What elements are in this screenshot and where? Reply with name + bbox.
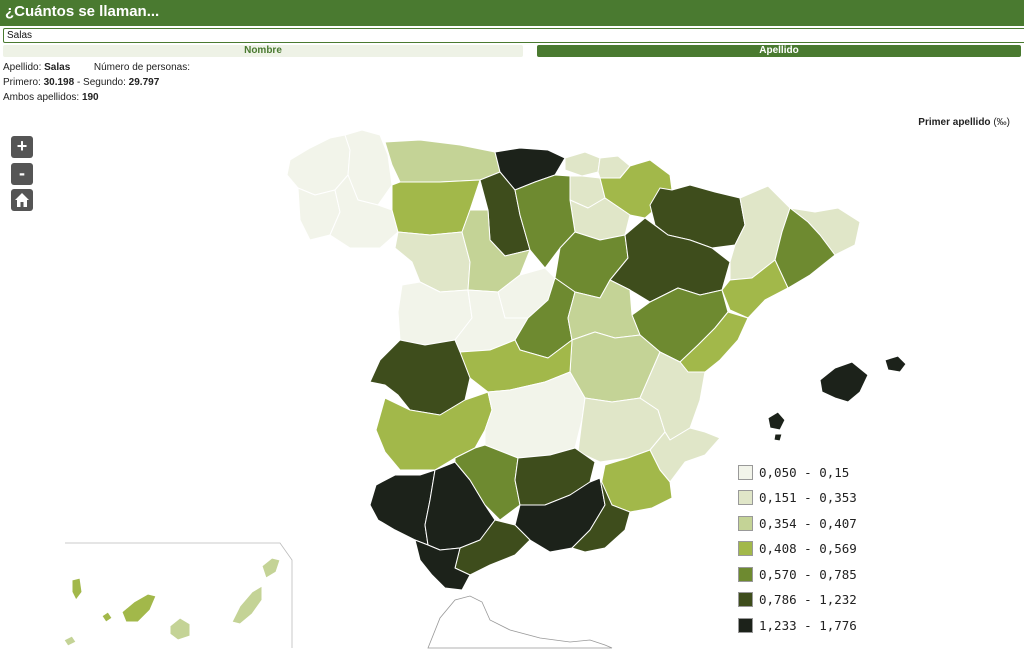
legend-swatch bbox=[738, 516, 753, 531]
region-bizkaia[interactable] bbox=[564, 151, 601, 177]
region-la-palma[interactable] bbox=[71, 577, 83, 601]
legend-label: 0,151 - 0,353 bbox=[759, 490, 857, 505]
region-gran-canaria[interactable] bbox=[169, 617, 191, 641]
zoom-in-button[interactable]: + bbox=[11, 136, 33, 158]
region-lanzarote[interactable] bbox=[261, 557, 281, 579]
zoom-out-button[interactable]: - bbox=[11, 163, 33, 185]
legend-label: 0,408 - 0,569 bbox=[759, 541, 857, 556]
legend-swatch bbox=[738, 490, 753, 505]
legend-label: 0,570 - 0,785 bbox=[759, 567, 857, 582]
region-asturias[interactable] bbox=[384, 139, 501, 183]
home-button[interactable] bbox=[11, 189, 33, 211]
legend-label: 0,354 - 0,407 bbox=[759, 516, 857, 531]
region-formentera[interactable] bbox=[773, 433, 783, 442]
north-africa-coast bbox=[427, 595, 613, 649]
legend-swatch bbox=[738, 592, 753, 607]
region-el-hierro[interactable] bbox=[63, 635, 77, 647]
legend-label: 0,786 - 1,232 bbox=[759, 592, 857, 607]
region-tenerife[interactable] bbox=[121, 593, 157, 623]
region-fuerteventura[interactable] bbox=[231, 585, 263, 625]
region-la-gomera[interactable] bbox=[101, 611, 113, 623]
legend-swatch bbox=[738, 465, 753, 480]
legend-swatch bbox=[738, 618, 753, 633]
region-mallorca[interactable] bbox=[819, 361, 869, 403]
region-menorca[interactable] bbox=[884, 355, 907, 373]
region-zamora[interactable] bbox=[394, 231, 471, 293]
legend-swatch bbox=[738, 567, 753, 582]
home-icon bbox=[15, 193, 29, 207]
legend-label: 1,233 - 1,776 bbox=[759, 618, 857, 633]
region-huelva[interactable] bbox=[369, 469, 436, 546]
legend-swatch bbox=[738, 541, 753, 556]
legend-label: 0,050 - 0,15 bbox=[759, 465, 850, 480]
region-ibiza[interactable] bbox=[767, 411, 786, 431]
choropleth-map[interactable] bbox=[0, 0, 1024, 666]
